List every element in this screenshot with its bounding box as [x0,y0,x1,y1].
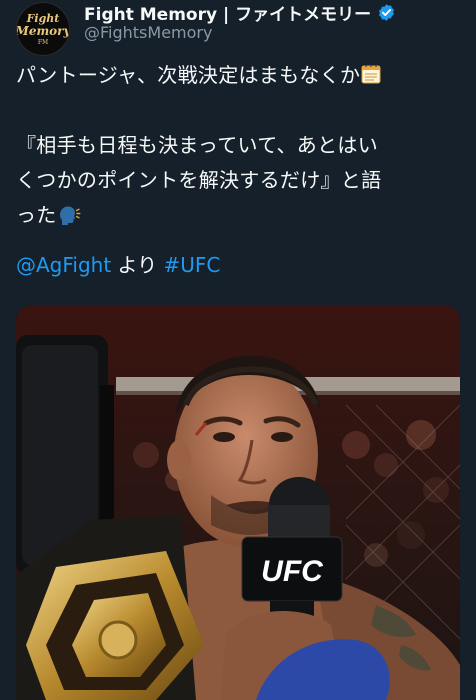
media-photo: UFC [16,305,460,700]
tweet-text: パントージャ、次戦決定はまもなくか 『相手も日程も決まっていて、あとはい くつか… [16,58,466,233]
avatar[interactable]: Fight Memory FM [16,2,70,56]
tweet-line-2: 『相手も日程も決まっていて、あとはい [16,133,378,157]
hashtag-link[interactable]: #UFC [164,253,221,277]
tweet-media[interactable]: UFC [16,305,460,700]
name-row: Fight Memory | ファイトメモリー [84,0,396,25]
avatar-text-fm: FM [37,38,49,46]
avatar-text-memory: Memory [16,23,70,38]
source-connector: より [111,253,164,277]
tweet-line-1: パントージャ、次戦決定はまもなくか [16,63,361,87]
mention-link[interactable]: @AgFight [16,253,111,277]
handle[interactable]: @FightsMemory [84,23,212,42]
speaking-head-emoji-icon [59,206,81,225]
tweet-line-4: った [16,203,57,227]
mic-brand-text: UFC [261,555,324,588]
tweet-header: Fight Memory FM Fight Memory | ファイトメモリー … [0,0,476,56]
tweet-source-line: @AgFight より #UFC [16,249,220,278]
notepad-emoji-icon [361,65,381,84]
avatar-text-fight: Fight [26,11,60,25]
verified-badge-icon [379,4,395,21]
display-name[interactable]: Fight Memory | ファイトメモリー [84,0,371,25]
tweet-line-3: くつかのポイントを解決するだけ』と語 [16,168,382,192]
